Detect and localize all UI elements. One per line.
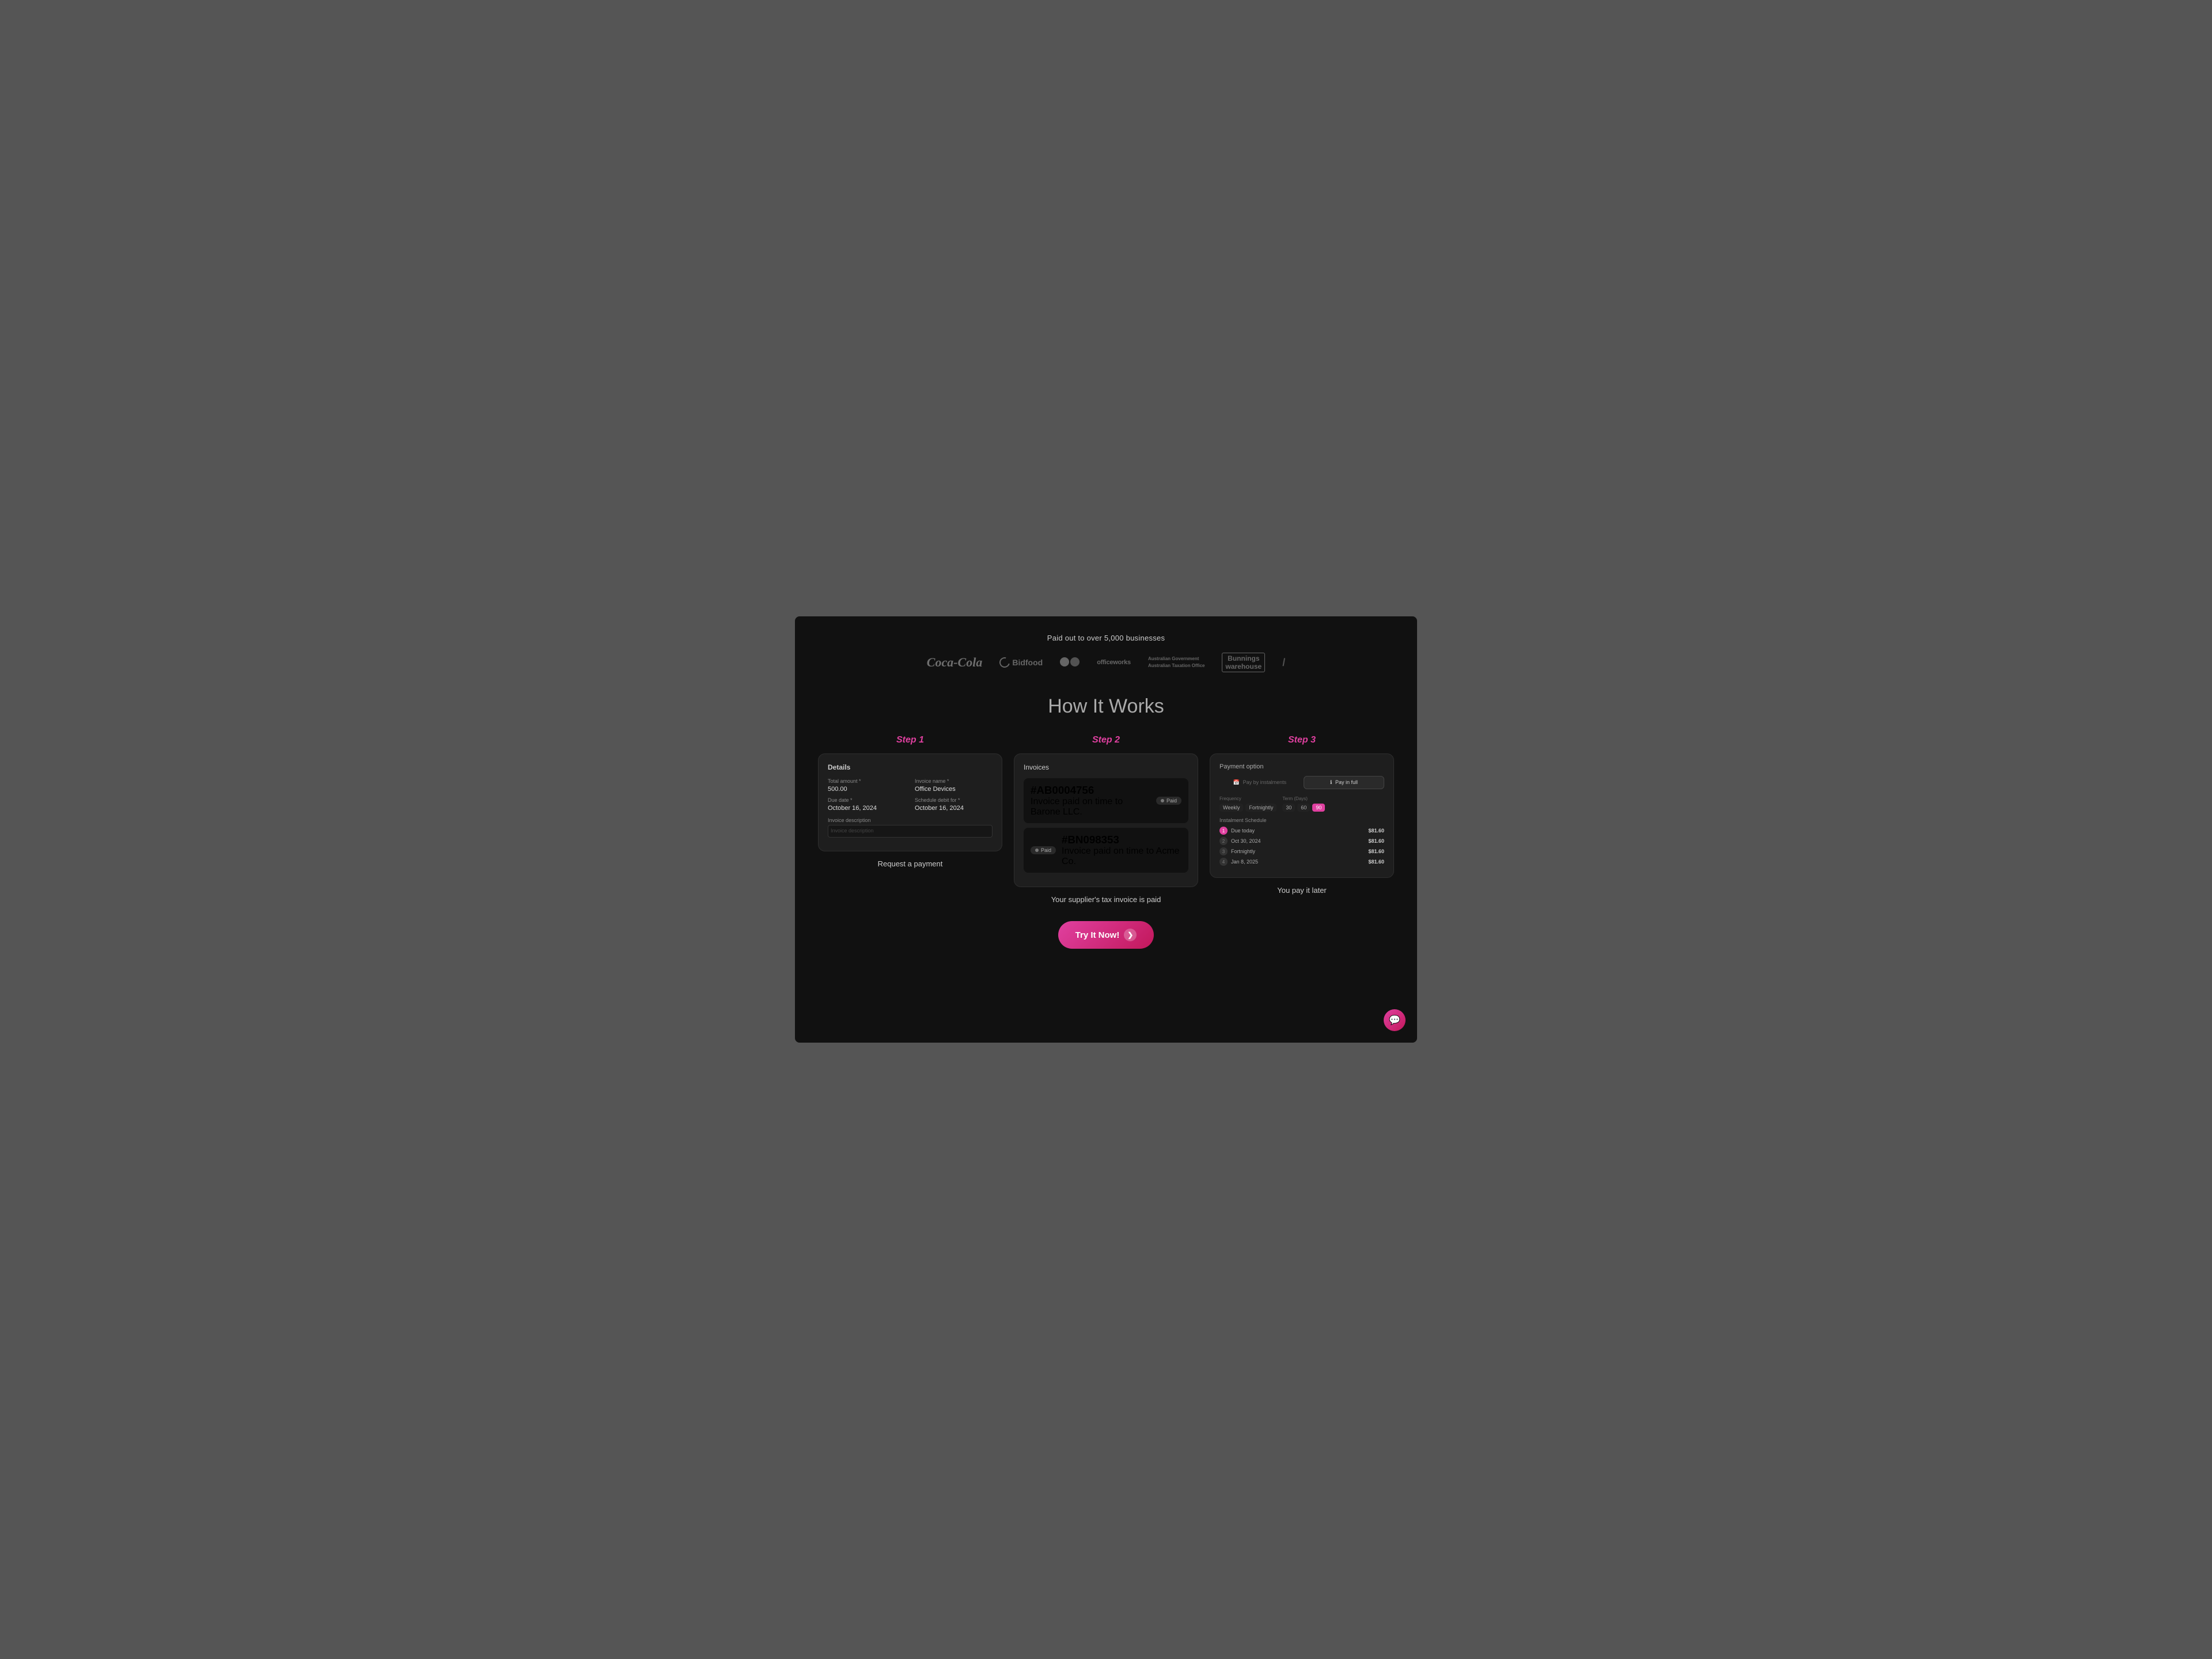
bidfood-arc-icon: [998, 656, 1012, 670]
logo-tagline: Paid out to over 5,000 businesses: [806, 634, 1406, 642]
inst-amount-3: $81.60: [1368, 849, 1384, 854]
step-3-description: You pay it later: [1277, 886, 1327, 895]
step-2-col: Step 2 Invoices #AB0004756 Invoice paid …: [1014, 735, 1198, 904]
inst-num-1: 1: [1219, 827, 1228, 835]
inst-num-2: 2: [1219, 837, 1228, 845]
chat-bubble-button[interactable]: 💬: [1384, 1009, 1406, 1031]
invoice-1-status: Paid: [1156, 797, 1181, 805]
instalment-row-4: 4 Jan 8, 2025 $81.60: [1219, 858, 1384, 866]
step-1-description: Request a payment: [878, 859, 943, 868]
details-grid: Total amount * 500.00 Invoice name * Off…: [828, 778, 993, 812]
chat-icon: 💬: [1389, 1014, 1400, 1026]
invoice-2-desc: Invoice paid on time to Acme Co.: [1062, 846, 1181, 867]
invoice-row-2: Paid #BN098353 Invoice paid on time to A…: [1024, 828, 1188, 873]
term-col: Term (Days) 30 60 90: [1282, 796, 1325, 812]
field-schedule-debit: Schedule debit for * October 16, 2024: [915, 797, 993, 812]
frequency-col: Frequency Weekly Fortnightly: [1219, 796, 1277, 812]
freq-term-row: Frequency Weekly Fortnightly: [1219, 796, 1384, 812]
instalment-row-2: 2 Oct 30, 2024 $81.60: [1219, 837, 1384, 845]
logo-slash: /: [1282, 657, 1285, 669]
how-title: How It Works: [818, 695, 1394, 718]
frequency-weekly[interactable]: Weekly: [1219, 804, 1243, 812]
inst-amount-1: $81.60: [1368, 828, 1384, 834]
calendar-icon: 📅: [1233, 779, 1240, 786]
invoice-2-status: Paid: [1031, 846, 1056, 854]
cta-label: Try It Now!: [1075, 930, 1120, 940]
field-invoice-name: Invoice name * Office Devices: [915, 778, 993, 793]
inst-label-2: Oct 30, 2024: [1231, 838, 1368, 844]
logo-bidfood: Bidfood: [999, 657, 1043, 668]
desc-input-box[interactable]: Invoice description: [828, 825, 993, 838]
term-pill-60[interactable]: 60: [1297, 804, 1310, 812]
payment-tabs: 📅 Pay by instalments ℹ Pay in full: [1219, 776, 1384, 789]
step-2-description: Your supplier's tax invoice is paid: [1051, 895, 1161, 904]
step-1-label: Step 1: [896, 735, 924, 745]
logo-ato: Australian Government Australian Taxatio…: [1148, 656, 1205, 669]
field-total-amount: Total amount * 500.00: [828, 778, 906, 793]
invoice-row-1: #AB0004756 Invoice paid on time to Baron…: [1024, 778, 1188, 823]
how-it-works-section: How It Works Step 1 Details Total amount…: [795, 684, 1417, 904]
invoice-2-id: #BN098353: [1062, 834, 1181, 846]
term-pill-90[interactable]: 90: [1312, 804, 1325, 812]
step-3-col: Step 3 Payment option 📅 Pay by instalmen…: [1210, 735, 1394, 895]
field-due-date: Due date * October 16, 2024: [828, 797, 906, 812]
cta-chevron-icon: ❯: [1124, 929, 1137, 941]
try-it-now-button[interactable]: Try It Now! ❯: [1058, 921, 1154, 949]
go-circle-left: [1060, 657, 1069, 666]
term-pill-30[interactable]: 30: [1282, 804, 1295, 812]
paid-dot-2: [1035, 849, 1039, 852]
inst-label-3: Fortnightly: [1231, 849, 1368, 854]
payment-option-title: Payment option: [1219, 763, 1384, 770]
frequency-fortnightly[interactable]: Fortnightly: [1245, 804, 1277, 812]
step-2-card: Invoices #AB0004756 Invoice paid on time…: [1014, 753, 1198, 887]
logo-officeworks: officeworks: [1097, 659, 1131, 666]
info-icon: ℹ: [1330, 779, 1332, 786]
logo-bunnings: Bunningswarehouse: [1222, 653, 1265, 672]
inst-label-4: Jan 8, 2025: [1231, 859, 1368, 865]
invoice-1-info: #AB0004756 Invoice paid on time to Baron…: [1031, 784, 1150, 817]
step-2-label: Step 2: [1092, 735, 1120, 745]
steps-row: Step 1 Details Total amount * 500.00 Inv…: [818, 735, 1394, 904]
cta-section: Try It Now! ❯: [795, 921, 1417, 949]
logo-section: Paid out to over 5,000 businesses Coca-C…: [795, 634, 1417, 684]
go-circle-right: [1070, 657, 1080, 666]
details-description-field: Invoice description Invoice description: [828, 817, 993, 838]
logo-go: [1060, 657, 1080, 668]
invoice-1-id: #AB0004756: [1031, 784, 1150, 797]
step-1-card: Details Total amount * 500.00 Invoice na…: [818, 753, 1002, 851]
main-container: Paid out to over 5,000 businesses Coca-C…: [795, 616, 1417, 1043]
tab-pay-in-full[interactable]: ℹ Pay in full: [1304, 776, 1384, 789]
instalment-row-1: 1 Due today $81.60: [1219, 827, 1384, 835]
term-pills: 30 60 90: [1282, 804, 1325, 812]
invoices-title: Invoices: [1024, 763, 1188, 771]
step-1-col: Step 1 Details Total amount * 500.00 Inv…: [818, 735, 1002, 868]
tab-pay-by-instalments[interactable]: 📅 Pay by instalments: [1219, 776, 1300, 789]
logo-row: Coca-Cola Bidfood officeworks Australian…: [806, 653, 1406, 672]
inst-num-3: 3: [1219, 847, 1228, 855]
invoice-1-desc: Invoice paid on time to Barone LLC.: [1031, 797, 1150, 817]
inst-num-4: 4: [1219, 858, 1228, 866]
inst-label-1: Due today: [1231, 828, 1368, 834]
inst-amount-2: $81.60: [1368, 838, 1384, 844]
step-3-label: Step 3: [1288, 735, 1316, 745]
instalment-schedule-title: Instalment Schedule: [1219, 817, 1384, 823]
logo-coca-cola: Coca-Cola: [927, 655, 983, 670]
inst-amount-4: $81.60: [1368, 859, 1384, 865]
details-title: Details: [828, 763, 993, 771]
instalment-row-3: 3 Fortnightly $81.60: [1219, 847, 1384, 855]
step-3-card: Payment option 📅 Pay by instalments ℹ Pa…: [1210, 753, 1394, 878]
invoice-2-info: #BN098353 Invoice paid on time to Acme C…: [1062, 834, 1181, 867]
paid-dot-1: [1161, 799, 1164, 802]
